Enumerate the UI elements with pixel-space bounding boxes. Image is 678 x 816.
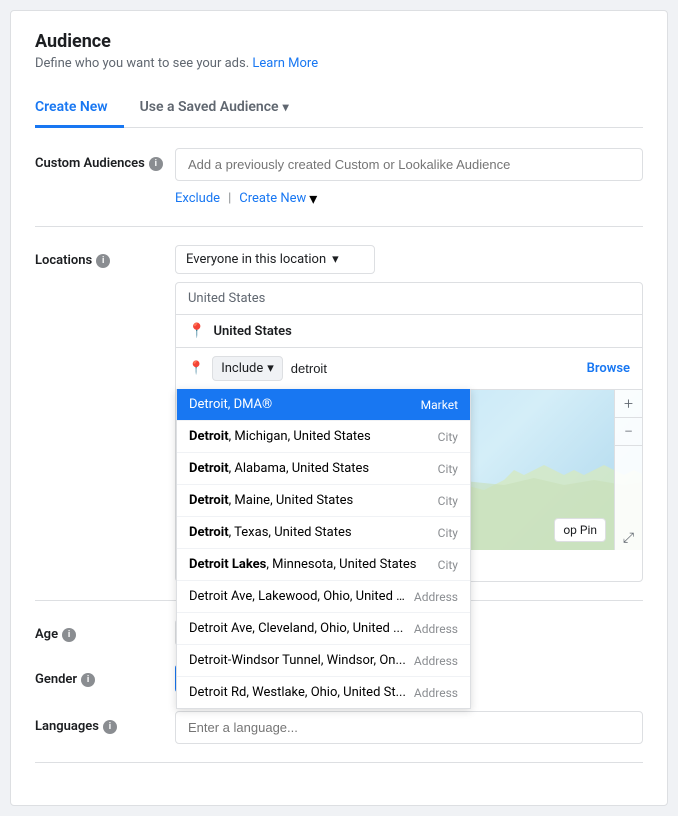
dropdown-item[interactable]: Detroit, Michigan, United StatesCity — [177, 421, 470, 453]
zoom-expand-button[interactable]: ⤢ — [623, 530, 634, 546]
learn-more-link[interactable]: Learn More — [252, 56, 318, 71]
tab-create-new[interactable]: Create New — [35, 89, 124, 128]
locations-row: Locations i Everyone in this location ▾ … — [35, 245, 643, 582]
create-new-chevron: ▾ — [309, 189, 317, 208]
include-select[interactable]: Include ▾ — [212, 356, 283, 381]
age-label: Age i — [35, 619, 175, 642]
gender-info-icon[interactable]: i — [81, 673, 95, 687]
create-new-button[interactable]: Create New ▾ — [239, 189, 317, 208]
include-search-row: 📍 Include ▾ Browse Detroit, DMA®MarketDe… — [176, 348, 642, 390]
location-search-dropdown: Detroit, DMA®MarketDetroit, Michigan, Un… — [176, 389, 471, 709]
dropdown-item[interactable]: Detroit, DMA®Market — [177, 389, 470, 421]
zoom-in-button[interactable]: + — [615, 390, 643, 418]
location-type-dropdown[interactable]: Everyone in this location ▾ — [175, 245, 375, 274]
location-pin-icon: 📍 — [188, 323, 205, 339]
panel-subtitle: Define who you want to see your ads. Lea… — [35, 56, 643, 71]
gender-label: Gender i — [35, 664, 175, 687]
languages-row: Languages i — [35, 711, 643, 744]
locations-label: Locations i — [35, 245, 175, 268]
locations-info-icon[interactable]: i — [96, 254, 110, 268]
location-type-chevron: ▾ — [332, 252, 339, 267]
custom-audiences-input[interactable] — [175, 148, 643, 181]
browse-button[interactable]: Browse — [587, 361, 630, 376]
custom-audiences-content: Exclude | Create New ▾ — [175, 148, 643, 208]
section-divider-1 — [35, 226, 643, 227]
custom-audiences-info-icon[interactable]: i — [149, 157, 163, 171]
create-new-link[interactable]: Create New — [239, 191, 306, 206]
custom-audiences-row: Custom Audiences i Exclude | Create New … — [35, 148, 643, 208]
tabs-container: Create New Use a Saved Audience — [35, 89, 643, 128]
dropdown-item[interactable]: Detroit Rd, Westlake, Ohio, United St...… — [177, 677, 470, 708]
locations-content: Everyone in this location ▾ United State… — [175, 245, 643, 582]
dropdown-item[interactable]: Detroit, Maine, United StatesCity — [177, 485, 470, 517]
map-zoom-controls: + − ⤢ — [614, 390, 642, 550]
tab-use-saved[interactable]: Use a Saved Audience — [124, 89, 305, 128]
audience-panel: Audience Define who you want to see your… — [10, 10, 668, 806]
languages-content — [175, 711, 643, 744]
include-chevron: ▾ — [267, 361, 274, 376]
dropdown-item[interactable]: Detroit, Texas, United StatesCity — [177, 517, 470, 549]
dropdown-item[interactable]: Detroit, Alabama, United StatesCity — [177, 453, 470, 485]
location-box: United States 📍 United States 📍 Include … — [175, 282, 643, 582]
saved-audience-chevron — [283, 99, 289, 115]
age-info-icon[interactable]: i — [62, 628, 76, 642]
dropdown-item[interactable]: Detroit Ave, Cleveland, Ohio, United ...… — [177, 613, 470, 645]
panel-header: Audience Define who you want to see your… — [35, 31, 643, 71]
drop-pin-button[interactable]: op Pin — [554, 518, 606, 542]
exclude-link[interactable]: Exclude — [175, 191, 220, 206]
section-divider-3 — [35, 762, 643, 763]
dropdown-item[interactable]: Detroit-Windsor Tunnel, Windsor, On...Ad… — [177, 645, 470, 677]
location-selected-item: 📍 United States — [176, 315, 642, 348]
zoom-out-button[interactable]: − — [615, 418, 643, 446]
languages-label: Languages i — [35, 711, 175, 734]
location-search-input[interactable] — [291, 361, 579, 376]
dropdown-item[interactable]: Detroit Lakes, Minnesota, United StatesC… — [177, 549, 470, 581]
audience-actions: Exclude | Create New ▾ — [175, 189, 643, 208]
search-pin-icon: 📍 — [188, 361, 204, 376]
actions-divider: | — [228, 191, 231, 206]
custom-audiences-label: Custom Audiences i — [35, 148, 175, 171]
panel-title: Audience — [35, 31, 643, 52]
include-label: Include — [221, 361, 263, 376]
dropdown-item[interactable]: Detroit Ave, Lakewood, Ohio, United ...A… — [177, 581, 470, 613]
language-input[interactable] — [175, 711, 643, 744]
location-country-header: United States — [176, 283, 642, 315]
languages-info-icon[interactable]: i — [103, 720, 117, 734]
location-type-value: Everyone in this location — [186, 252, 326, 267]
